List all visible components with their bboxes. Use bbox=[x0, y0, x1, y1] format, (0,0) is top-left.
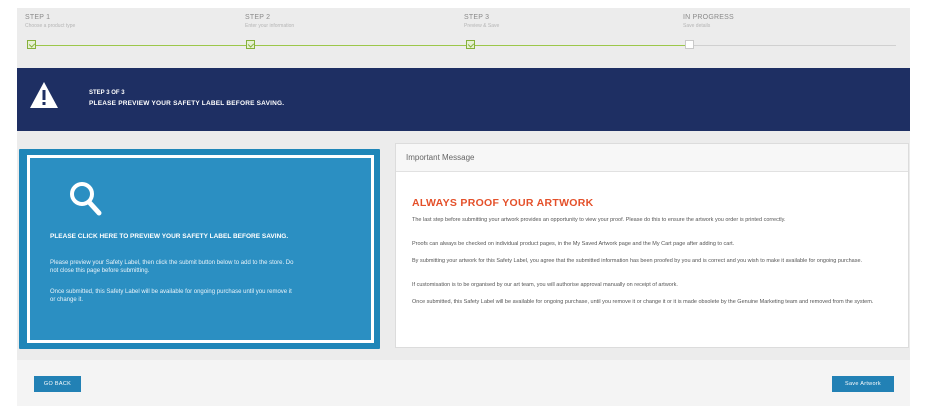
step-current-subtitle: Save details bbox=[683, 23, 711, 29]
preview-safety-label-button[interactable]: PLEASE CLICK HERE TO PREVIEW YOUR SAFETY… bbox=[27, 155, 374, 343]
step-2-subtitle: Enter your information bbox=[245, 23, 295, 29]
step-1-check-icon bbox=[27, 40, 36, 49]
message-paragraph: The last step before submitting your art… bbox=[412, 217, 786, 223]
proof-artwork-title: ALWAYS PROOF YOUR ARTWORK bbox=[412, 197, 594, 209]
important-message-panel: Important Message ALWAYS PROOF YOUR ARTW… bbox=[395, 143, 909, 348]
warning-icon bbox=[30, 82, 58, 108]
go-back-button[interactable]: GO BACK bbox=[34, 376, 81, 392]
progress-line-complete bbox=[31, 45, 691, 46]
message-paragraph: Proofs can always be checked on individu… bbox=[412, 241, 735, 247]
step-1-label: STEP 1 bbox=[25, 14, 51, 21]
preview-availability-note: Once submitted, this Safety Label will b… bbox=[50, 289, 292, 303]
banner-instruction: PLEASE PREVIEW YOUR SAFETY LABEL BEFORE … bbox=[89, 100, 285, 107]
step-2: STEP 2 Enter your information bbox=[245, 14, 445, 29]
preview-panel: PLEASE CLICK HERE TO PREVIEW YOUR SAFETY… bbox=[19, 149, 380, 349]
step-3: STEP 3 Preview & Save bbox=[464, 14, 664, 29]
progress-stepper: STEP 1 Choose a product type STEP 2 Ente… bbox=[17, 8, 910, 60]
step-current-label: IN PROGRESS bbox=[683, 14, 734, 21]
message-paragraph: By submitting your artwork for this Safe… bbox=[412, 258, 863, 264]
preview-instructions: Please preview your Safety Label, then c… bbox=[50, 260, 294, 274]
step-2-label: STEP 2 bbox=[245, 14, 271, 21]
step-3-label: STEP 3 bbox=[464, 14, 490, 21]
search-icon bbox=[70, 182, 102, 216]
page-frame: STEP 1 Choose a product type STEP 2 Ente… bbox=[17, 8, 910, 406]
step-1: STEP 1 Choose a product type bbox=[25, 14, 225, 29]
step-1-subtitle: Choose a product type bbox=[25, 23, 76, 29]
step-3-check-icon bbox=[466, 40, 475, 49]
step-current-marker-icon bbox=[685, 40, 694, 49]
step-banner: STEP 3 OF 3 PLEASE PREVIEW YOUR SAFETY L… bbox=[17, 68, 910, 131]
save-artwork-button[interactable]: Save Artwork bbox=[832, 376, 894, 392]
important-message-header: Important Message bbox=[396, 144, 908, 172]
action-footer: GO BACK Save Artwork bbox=[17, 360, 910, 406]
preview-heading: PLEASE CLICK HERE TO PREVIEW YOUR SAFETY… bbox=[50, 233, 289, 240]
banner-step-count: STEP 3 OF 3 bbox=[89, 90, 125, 96]
step-2-check-icon bbox=[246, 40, 255, 49]
progress-line-remaining bbox=[691, 45, 896, 46]
message-paragraph: If customisation is to be organised by o… bbox=[412, 282, 678, 288]
message-paragraph: Once submitted, this Safety Label will b… bbox=[412, 299, 874, 305]
step-current: IN PROGRESS Save details bbox=[683, 14, 883, 29]
step-3-subtitle: Preview & Save bbox=[464, 23, 500, 29]
